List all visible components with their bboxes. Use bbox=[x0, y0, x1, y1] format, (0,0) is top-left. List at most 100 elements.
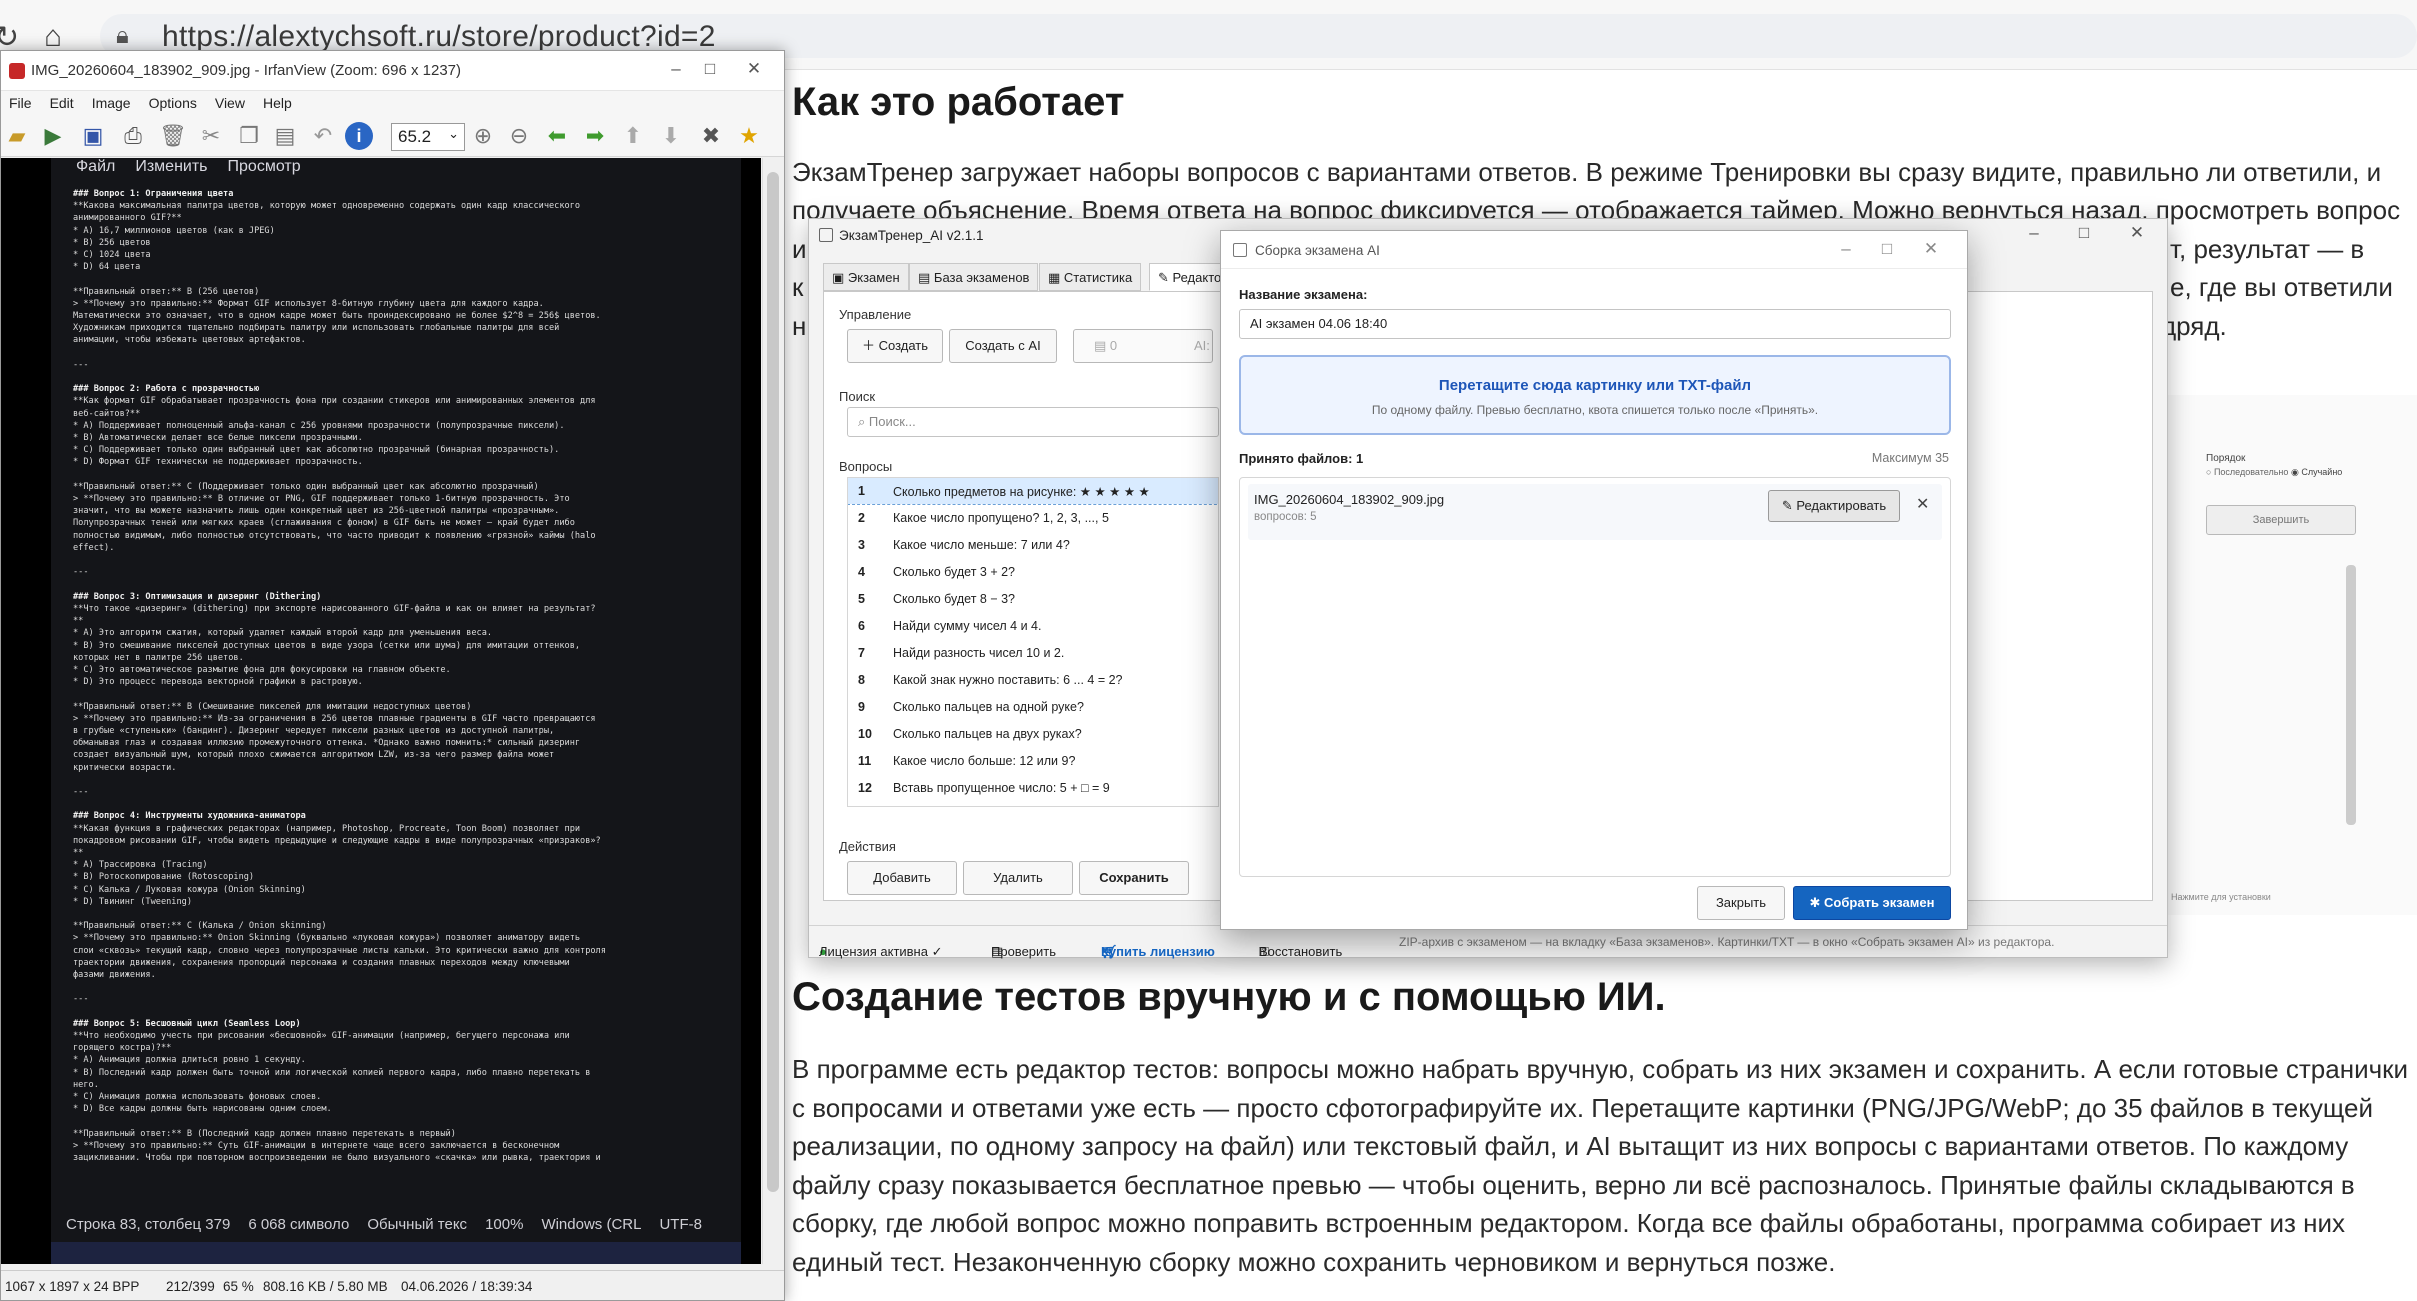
finish-button[interactable]: Завершить bbox=[2206, 505, 2356, 535]
zoom-combobox[interactable]: 65.2 ⌄ bbox=[391, 123, 465, 151]
paste-icon[interactable]: ▤ bbox=[271, 122, 299, 150]
image-viewport[interactable]: Файл Изменить Просмотр ### Вопрос 1: Огран… bbox=[1, 158, 761, 1264]
notepad-status-position: Строка 83, столбец 379 bbox=[66, 1216, 231, 1233]
scrollbar-thumb[interactable] bbox=[767, 172, 779, 1192]
previous-arrow-icon[interactable]: ⬅ bbox=[543, 122, 571, 150]
question-row[interactable]: 6 Найди сумму чисел 4 и 4. bbox=[848, 613, 1218, 639]
delete-question-button[interactable]: Удалить bbox=[963, 861, 1073, 895]
slideshow-icon[interactable]: ▶ bbox=[39, 122, 67, 150]
maximize-button[interactable]: □ bbox=[695, 59, 725, 79]
favorite-star-icon[interactable]: ★ bbox=[735, 122, 763, 150]
menu-help[interactable]: Help bbox=[263, 95, 292, 111]
notepad-status-zoom: 100% bbox=[485, 1216, 524, 1233]
drop-zone-subtitle: По одному файлу. Превью бесплатно, квота… bbox=[1371, 403, 1819, 417]
file-name: IMG_20260604_183902_909.jpg bbox=[1254, 492, 1445, 507]
scrollbar[interactable] bbox=[2346, 565, 2356, 825]
url-text[interactable]: https://alextychsoft.ru/store/product?id… bbox=[162, 20, 716, 54]
question-row[interactable]: 4 Сколько будет 3 + 2? bbox=[848, 559, 1218, 585]
close-button[interactable]: ✕ bbox=[739, 59, 769, 79]
save-icon[interactable]: ▣ bbox=[79, 122, 107, 150]
question-row[interactable]: 9 Сколько пальцев на одной руке? bbox=[848, 694, 1218, 720]
menu-file[interactable]: File bbox=[9, 95, 32, 111]
maximize-button[interactable]: □ bbox=[2069, 223, 2099, 243]
file-list-item[interactable]: IMG_20260604_183902_909.jpg вопросов: 5 … bbox=[1248, 484, 1942, 540]
search-input[interactable]: ⌕ Поиск... bbox=[847, 407, 1219, 437]
notepad-statusbar: Строка 83, столбец 379 6 068 символо Обычн… bbox=[66, 1216, 720, 1233]
question-text: Какое число меньше: 7 или 4? bbox=[893, 538, 1070, 552]
minimize-button[interactable]: – bbox=[1831, 239, 1861, 259]
create-button[interactable]: ＋ Создать bbox=[847, 329, 943, 363]
statistics-icon: ▦ bbox=[1048, 270, 1064, 285]
minimize-button[interactable]: – bbox=[661, 59, 691, 79]
create-with-ai-button[interactable]: Создать с AI bbox=[949, 329, 1057, 363]
question-row[interactable]: 7 Найди разность чисел 10 и 2. bbox=[848, 640, 1218, 666]
save-button[interactable]: Сохранить bbox=[1079, 861, 1189, 895]
dialog-titlebar[interactable]: Сборка экзамена AI – □ ✕ bbox=[1221, 231, 1967, 269]
edit-file-button[interactable]: ✎ Редактировать bbox=[1768, 490, 1900, 522]
notepad-menu-file: Файл bbox=[76, 158, 116, 175]
next-arrow-icon[interactable]: ➡ bbox=[581, 122, 609, 150]
question-row[interactable]: 10 Сколько пальцев на двух руках? bbox=[848, 721, 1218, 747]
last-arrow-icon[interactable]: ⬇ bbox=[657, 122, 685, 150]
order-sequential-label: Последовательно bbox=[2213, 467, 2289, 477]
section-heading-how-it-works: Как это работает bbox=[792, 80, 1125, 124]
first-arrow-icon[interactable]: ⬆ bbox=[619, 122, 647, 150]
question-text: Найди разность чисел 10 и 2. bbox=[893, 646, 1065, 660]
close-dialog-button[interactable]: Закрыть bbox=[1697, 886, 1785, 920]
question-row[interactable]: 3 Какое число меньше: 7 или 4? bbox=[848, 532, 1218, 558]
question-row[interactable]: 12 Вставь пропущенное число: 5 + □ = 9 bbox=[848, 775, 1218, 801]
chevron-down-icon: ⌄ bbox=[448, 126, 459, 141]
tab-label: Статистика bbox=[1063, 270, 1133, 285]
notepad-status-lineend: Windows (CRL bbox=[541, 1216, 642, 1233]
irfanview-titlebar[interactable]: IMG_20260604_183902_909.jpg - IrfanView … bbox=[1, 51, 784, 91]
menu-view[interactable]: View bbox=[215, 95, 245, 111]
close-button[interactable]: ✕ bbox=[1916, 239, 1946, 259]
vertical-scrollbar[interactable] bbox=[762, 158, 784, 1264]
question-row[interactable]: 2 Какое число пропущено? 1, 2, 3, ..., 5 bbox=[848, 505, 1218, 531]
window-title: ЭкзамТренер_AI v2.1.1 bbox=[839, 228, 984, 243]
build-exam-button[interactable]: ✱ Собрать экзамен bbox=[1793, 886, 1951, 920]
question-row[interactable]: 8 Какой знак нужно поставить: 6 ... 4 = 2… bbox=[848, 667, 1218, 693]
notepad-status-encoding: UTF-8 bbox=[659, 1216, 702, 1233]
question-row[interactable]: 1 Сколько предметов на рисунке: ★ ★ ★ ★ ★ bbox=[848, 478, 1218, 505]
cut-icon[interactable]: ✂ bbox=[197, 122, 225, 150]
menu-edit[interactable]: Edit bbox=[50, 95, 74, 111]
remove-file-icon[interactable]: ✕ bbox=[1916, 494, 1929, 514]
question-row[interactable]: 11 Какое число больше: 12 или 9? bbox=[848, 748, 1218, 774]
add-question-button[interactable]: Добавить bbox=[847, 861, 957, 895]
question-number: 8 bbox=[858, 673, 865, 687]
menu-image[interactable]: Image bbox=[92, 95, 131, 111]
info-icon[interactable]: i bbox=[345, 122, 373, 150]
copy-icon[interactable]: ❐ bbox=[235, 122, 263, 150]
section-heading-tests: Создание тестов вручную и с помощью ИИ. bbox=[792, 975, 1666, 1019]
tools-icon[interactable]: ✖ bbox=[697, 122, 725, 150]
exam-name-input[interactable]: AI экзамен 04.06 18:40 bbox=[1239, 309, 1951, 339]
zoom-in-icon[interactable]: ⊕ bbox=[469, 122, 497, 150]
undo-icon[interactable]: ↶ bbox=[309, 122, 337, 150]
file-drop-zone[interactable]: Перетащите сюда картинку или TXT-файл По… bbox=[1239, 355, 1951, 435]
order-sequential-radio[interactable]: ○ Последовательно bbox=[2206, 467, 2288, 477]
zoom-out-icon[interactable]: ⊖ bbox=[505, 122, 533, 150]
close-button[interactable]: ✕ bbox=[2122, 223, 2152, 243]
print-icon[interactable]: ⎙ bbox=[119, 122, 147, 150]
tab-statistics[interactable]: ▦ Статистика bbox=[1039, 263, 1142, 291]
delete-icon[interactable]: 🗑︎ bbox=[159, 122, 187, 150]
pencil-icon: ✎ bbox=[1781, 498, 1797, 513]
tab-exam-base[interactable]: ▤ База экзаменов bbox=[909, 263, 1039, 291]
notepad-status-format: Обычный текс bbox=[367, 1216, 468, 1233]
tab-exam[interactable]: ▣ Экзамен bbox=[823, 263, 909, 291]
site-info-icon[interactable]: 🔒︎ bbox=[116, 22, 129, 50]
buy-license-label: Купить лицензию bbox=[1101, 944, 1215, 959]
photographed-document-text: ### Вопрос 1: Ограничения цвета **Какова… bbox=[73, 189, 606, 1164]
questions-list[interactable]: 1 Сколько предметов на рисунке: ★ ★ ★ ★ ★… bbox=[847, 477, 1219, 807]
minimize-button[interactable]: – bbox=[2019, 223, 2049, 243]
open-folder-icon[interactable]: ▰ bbox=[3, 122, 31, 150]
menu-options[interactable]: Options bbox=[149, 95, 197, 111]
maximize-button[interactable]: □ bbox=[1872, 239, 1902, 259]
question-text: Сколько предметов на рисунке: ★ ★ ★ ★ ★ bbox=[893, 485, 1150, 499]
order-random-radio[interactable]: ◉ Случайно bbox=[2291, 467, 2342, 478]
question-row[interactable]: 5 Сколько будет 8 − 3? bbox=[848, 586, 1218, 612]
question-text: Найди сумму чисел 4 и 4. bbox=[893, 619, 1042, 633]
home-icon[interactable]: ⌂ bbox=[44, 20, 62, 54]
irfanview-statusbar: 1067 x 1897 x 24 BPP 212/399 65 % 808.16… bbox=[1, 1270, 784, 1300]
